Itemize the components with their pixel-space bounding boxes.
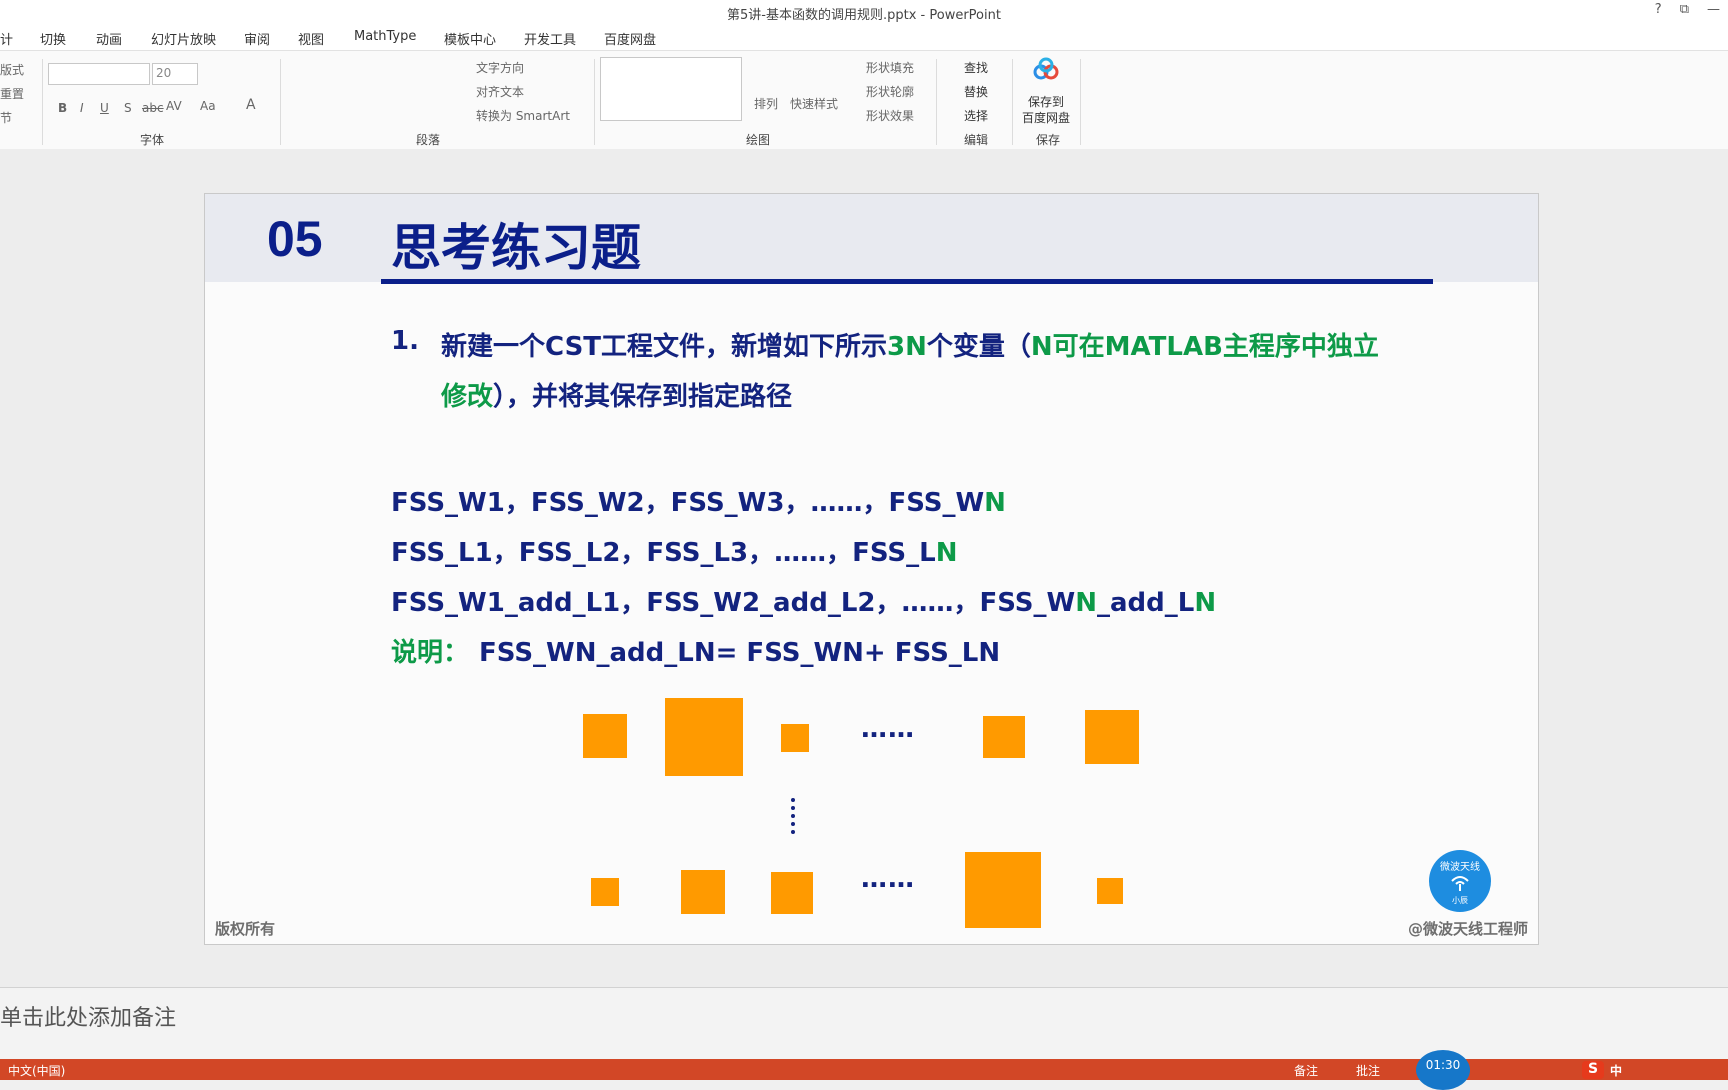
font-group-label: 字体 <box>140 133 165 147</box>
shape-outline-button[interactable]: 形状轮廓 <box>866 83 914 100</box>
convert-smartart-button[interactable]: 转换为 SmartArt <box>476 107 570 124</box>
tab-baidu[interactable]: 百度网盘 <box>604 29 656 48</box>
minimize-button[interactable]: — <box>1707 2 1720 17</box>
italic-button[interactable]: I <box>80 101 84 115</box>
explanation-row: 说明： FSS_WN_add_LN= FSS_WN+ FSS_LN <box>391 638 1001 668</box>
fss-cell <box>1085 710 1139 764</box>
tab-slideshow[interactable]: 幻灯片放映 <box>151 29 216 48</box>
fss-cell <box>681 870 725 914</box>
font-color-button[interactable]: A <box>246 97 256 113</box>
notes-pane[interactable]: 单击此处添加备注 <box>0 987 1728 1060</box>
ime-language[interactable]: 中 <box>1610 1062 1622 1079</box>
replace-button[interactable]: 替换 <box>964 83 988 100</box>
fss-cell <box>591 878 619 906</box>
fss-cell <box>771 872 813 914</box>
author-watermark: @微波天线工程师 <box>1407 920 1528 938</box>
restore-button[interactable]: ⧉ <box>1680 2 1689 17</box>
length-variables-row: FSS_L1，FSS_L2，FSS_L3，……，FSS_LN <box>391 538 958 568</box>
ribbon: 版式 重置 节 20 B I U S abc AV Aa A 字体 文字方向 对… <box>0 50 1728 150</box>
find-button[interactable]: 查找 <box>964 59 988 76</box>
arrange-button[interactable]: 排列 <box>754 95 778 112</box>
question-line-2: 修改），并将其保存到指定路径 <box>441 382 793 412</box>
window-title: 第5讲-基本函数的调用规则.pptx - PowerPoint <box>727 8 1001 23</box>
ribbon-tabs: 计 切换 动画 幻灯片放映 审阅 视图 MathType 模板中心 开发工具 百… <box>0 24 1728 50</box>
edit-group-label: 编辑 <box>964 133 989 147</box>
ime-icon[interactable]: S <box>1582 1061 1604 1079</box>
layout-button[interactable]: 版式 <box>0 61 24 78</box>
sum-variables-row: FSS_W1_add_L1，FSS_W2_add_L2，……，FSS_WN_ad… <box>391 588 1217 618</box>
reset-button[interactable]: 重置 <box>0 85 24 102</box>
tab-mathtype[interactable]: MathType <box>354 29 416 44</box>
select-button[interactable]: 选择 <box>964 107 988 124</box>
horizontal-ellipsis: …… <box>861 864 915 894</box>
tab-animations[interactable]: 动画 <box>96 29 122 48</box>
language-indicator[interactable]: 中文(中国) <box>8 1062 65 1079</box>
align-text-button[interactable]: 对齐文本 <box>476 83 524 100</box>
horizontal-ellipsis: …… <box>861 714 915 744</box>
fss-cell <box>965 852 1041 928</box>
text-direction-button[interactable]: 文字方向 <box>476 59 524 76</box>
title-bar: 第5讲-基本函数的调用规则.pptx - PowerPoint ? ⧉ — <box>0 0 1728 24</box>
question-number: 1. <box>391 326 419 356</box>
slide-canvas[interactable]: 05 思考练习题 1. 新建一个CST工程文件，新增如下所示3N个变量（N可在M… <box>204 193 1539 945</box>
shadow-button[interactable]: S <box>124 101 132 115</box>
vertical-ellipsis <box>791 798 795 838</box>
shapes-gallery[interactable] <box>600 57 742 121</box>
tab-templates[interactable]: 模板中心 <box>444 29 496 48</box>
help-button[interactable]: ? <box>1655 2 1662 17</box>
paragraph-group-label: 段落 <box>416 133 441 147</box>
tab-view[interactable]: 视图 <box>298 29 324 48</box>
save-to-baidu-label: 百度网盘 <box>1022 111 1071 125</box>
save-group-label: 保存 <box>1036 133 1061 147</box>
notes-toggle-button[interactable]: 备注 <box>1294 1062 1318 1079</box>
width-variables-row: FSS_W1，FSS_W2，FSS_W3，……，FSS_WN <box>391 488 1006 518</box>
comments-toggle-button[interactable]: 批注 <box>1356 1062 1380 1079</box>
question-line-1: 新建一个CST工程文件，新增如下所示3N个变量（N可在MATLAB主程序中独立 <box>441 332 1379 362</box>
strikethrough-button[interactable]: abc <box>142 101 164 115</box>
notes-placeholder[interactable]: 单击此处添加备注 <box>0 1000 176 1032</box>
section-button[interactable]: 节 <box>0 109 12 126</box>
section-number: 05 <box>267 211 323 267</box>
font-size-input[interactable]: 20 <box>152 63 198 85</box>
fss-cell <box>983 716 1025 758</box>
copyright-label: 版权所有 <box>215 920 276 938</box>
antenna-icon <box>1451 876 1469 891</box>
fss-cell <box>781 724 809 752</box>
shape-fill-button[interactable]: 形状填充 <box>866 59 914 76</box>
tab-transitions[interactable]: 切换 <box>40 29 66 48</box>
logo-badge: 微波天线 小辰 <box>1429 850 1491 912</box>
baidu-cloud-icon <box>1032 57 1060 83</box>
tab-design[interactable]: 计 <box>0 29 13 48</box>
font-name-input[interactable] <box>48 63 150 85</box>
tab-review[interactable]: 审阅 <box>244 29 270 48</box>
tab-developer[interactable]: 开发工具 <box>524 29 576 48</box>
change-case-button[interactable]: Aa <box>200 99 216 113</box>
time-badge: 01:30 <box>1416 1050 1470 1090</box>
shape-effects-button[interactable]: 形状效果 <box>866 107 914 124</box>
fss-cell <box>583 714 627 758</box>
title-underline <box>381 279 1433 284</box>
quick-styles-button[interactable]: 快速样式 <box>790 95 838 112</box>
fss-cell <box>665 698 743 776</box>
char-spacing-button[interactable]: AV <box>166 99 182 113</box>
underline-button[interactable]: U <box>100 101 109 115</box>
fss-cell <box>1097 878 1123 904</box>
drawing-group-label: 绘图 <box>746 133 771 147</box>
save-to-baidu-button[interactable]: 保存到 <box>1028 93 1064 110</box>
section-title: 思考练习题 <box>391 219 641 277</box>
bold-button[interactable]: B <box>58 101 67 115</box>
